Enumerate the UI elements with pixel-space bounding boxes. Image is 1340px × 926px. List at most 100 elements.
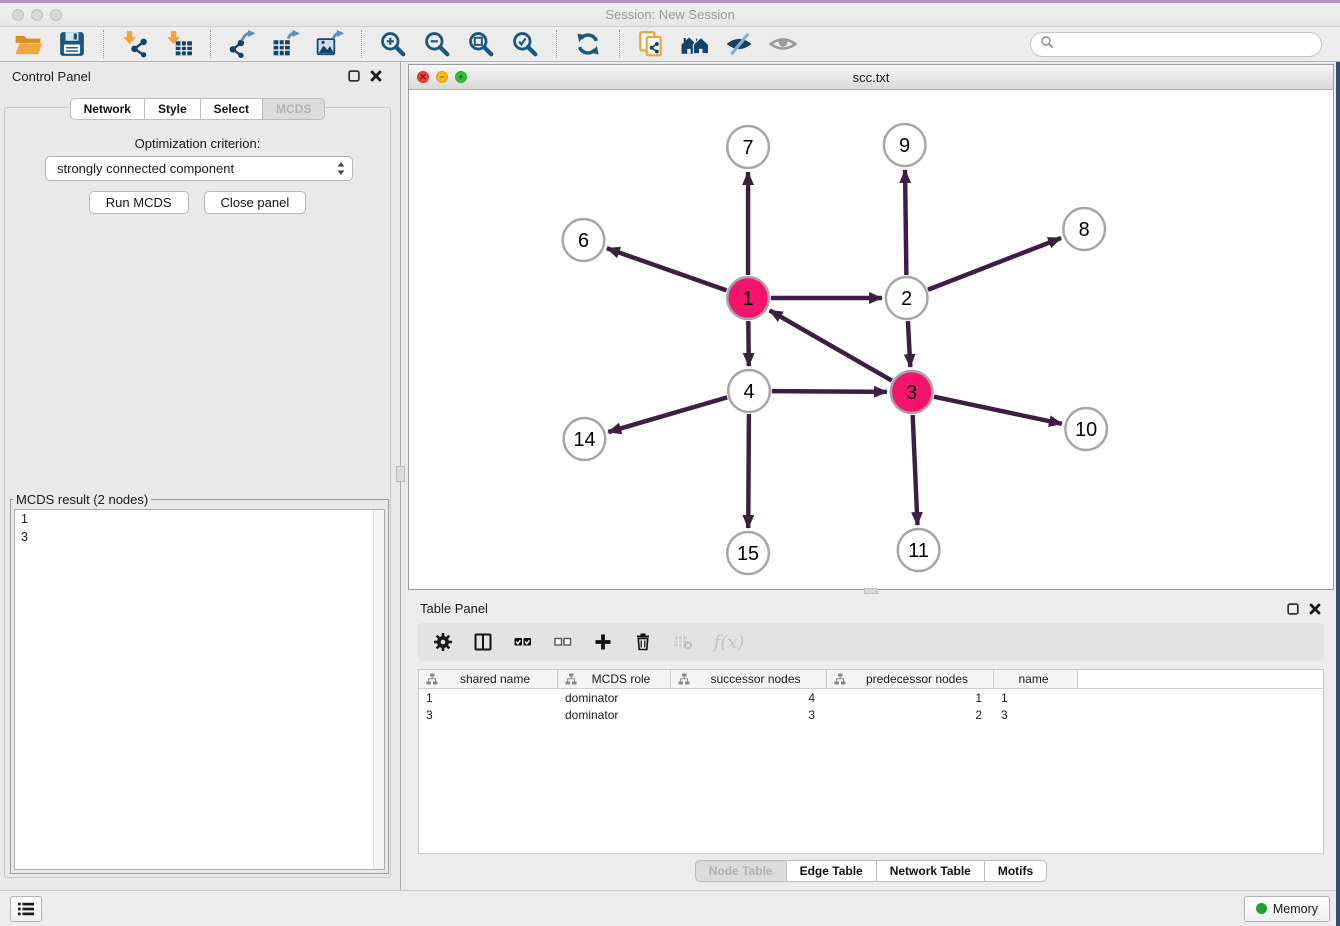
column-layout-icon[interactable]	[472, 631, 494, 653]
memory-label: Memory	[1273, 902, 1318, 916]
graph-node-10[interactable]: 10	[1065, 408, 1107, 450]
select-all-columns-icon[interactable]	[512, 631, 534, 653]
svg-text:4: 4	[744, 381, 755, 403]
list-view-icon	[16, 901, 36, 917]
float-panel-icon[interactable]	[347, 69, 361, 83]
graph-node-2[interactable]: 2	[886, 277, 928, 319]
table-cell: dominator	[558, 691, 671, 705]
network-minimize-button[interactable]: −	[436, 71, 448, 83]
graph-edge-3-1[interactable]	[770, 310, 892, 380]
graph-edge-3-11[interactable]	[913, 415, 918, 525]
import-network-icon[interactable]	[120, 29, 150, 59]
mcds-result-item[interactable]: 3	[15, 528, 384, 546]
close-panel-icon[interactable]	[1308, 602, 1322, 616]
graph-edge-4-14[interactable]	[608, 397, 727, 432]
criterion-select[interactable]: strongly connected component	[45, 156, 353, 181]
tab-node-table[interactable]: Node Table	[695, 860, 787, 882]
zoom-out-icon[interactable]	[422, 29, 452, 59]
memory-button[interactable]: Memory	[1244, 896, 1330, 922]
graph-edge-2-9[interactable]	[905, 170, 906, 275]
table-row[interactable]: 3dominator323	[419, 706, 1323, 723]
close-panel-button[interactable]: Close panel	[204, 191, 307, 214]
zoom-fit-icon[interactable]	[466, 29, 496, 59]
splitter-grip[interactable]	[396, 466, 405, 482]
column-header-name[interactable]: name	[994, 670, 1078, 688]
graph-edge-1-6[interactable]	[607, 248, 727, 290]
table-cell: 1	[994, 691, 1078, 705]
zoom-selected-icon[interactable]	[510, 29, 540, 59]
main-toolbar	[0, 27, 1340, 62]
result-scrollbar[interactable]	[373, 510, 384, 869]
tab-network[interactable]: Network	[70, 98, 145, 120]
graph-node-8[interactable]: 8	[1063, 208, 1105, 250]
table-cell: 3	[994, 708, 1078, 722]
horizontal-splitter-grip[interactable]	[864, 588, 878, 594]
task-history-button[interactable]	[10, 896, 42, 922]
search-input[interactable]	[1059, 37, 1312, 52]
memory-status-icon	[1256, 903, 1267, 914]
column-header-filler	[1078, 670, 1323, 688]
settings-gear-icon[interactable]	[432, 631, 454, 653]
table-row[interactable]: 1dominator411	[419, 689, 1323, 706]
float-panel-icon[interactable]	[1286, 602, 1300, 616]
first-neighbors-icon[interactable]	[680, 29, 710, 59]
tab-select[interactable]: Select	[200, 98, 263, 120]
tab-mcds[interactable]: MCDS	[262, 98, 325, 120]
graph-node-11[interactable]: 11	[898, 529, 940, 571]
refresh-icon[interactable]	[573, 29, 603, 59]
save-session-icon[interactable]	[57, 29, 87, 59]
unselect-all-columns-icon[interactable]	[552, 631, 574, 653]
export-image-icon[interactable]	[315, 29, 345, 59]
graph-edge-4-15[interactable]	[748, 414, 749, 528]
graph-node-4[interactable]: 4	[728, 370, 770, 412]
network-canvas[interactable]: 1 2 3 4 6 7 8 9 10 11 14 15	[409, 90, 1333, 589]
graph-node-7[interactable]: 7	[727, 126, 769, 168]
run-mcds-button[interactable]: Run MCDS	[89, 191, 189, 214]
toolbar-separator	[103, 30, 104, 58]
graph-node-6[interactable]: 6	[563, 219, 605, 261]
delete-column-icon[interactable]	[632, 631, 654, 653]
table-cell: 4	[671, 691, 827, 705]
graph-edge-4-3[interactable]	[772, 391, 887, 392]
graph-node-15[interactable]: 15	[727, 532, 769, 574]
graph-node-14[interactable]: 14	[564, 418, 606, 460]
select-chevrons-icon	[336, 160, 346, 177]
import-table-icon[interactable]	[164, 29, 194, 59]
export-table-icon[interactable]	[271, 29, 301, 59]
search-field[interactable]	[1030, 32, 1322, 57]
graph-edge-2-8[interactable]	[928, 238, 1061, 290]
add-column-icon[interactable]	[592, 631, 614, 653]
network-window-titlebar[interactable]: ✕ − + scc.txt	[409, 65, 1333, 90]
hide-selected-icon[interactable]	[724, 29, 754, 59]
close-panel-icon[interactable]	[369, 69, 383, 83]
open-session-icon[interactable]	[13, 29, 43, 59]
svg-text:7: 7	[743, 137, 754, 159]
graph-node-1[interactable]: 1	[727, 277, 769, 319]
control-panel: Control Panel NetworkStyleSelectMCDS Opt…	[0, 62, 395, 890]
tab-network-table[interactable]: Network Table	[876, 860, 985, 882]
column-header-shared-name[interactable]: shared name	[419, 670, 558, 688]
network-close-button[interactable]: ✕	[417, 71, 429, 83]
panel-splitter[interactable]	[395, 62, 408, 890]
graph-edge-3-10[interactable]	[934, 397, 1062, 424]
graph-node-3[interactable]: 3	[891, 371, 933, 413]
tab-edge-table[interactable]: Edge Table	[786, 860, 877, 882]
mcds-result-item[interactable]: 1	[15, 510, 384, 528]
column-header-predecessor-nodes[interactable]: predecessor nodes	[827, 670, 994, 688]
network-maximize-button[interactable]: +	[455, 71, 467, 83]
toolbar-separator	[619, 30, 620, 58]
export-network-icon[interactable]	[227, 29, 257, 59]
svg-text:10: 10	[1075, 419, 1097, 441]
mcds-result-legend: MCDS result (2 nodes)	[13, 492, 151, 507]
mcds-result-list[interactable]: 13	[14, 509, 385, 870]
column-header-successor-nodes[interactable]: successor nodes	[671, 670, 827, 688]
network-file-share-icon[interactable]	[636, 29, 666, 59]
column-header-MCDS-role[interactable]: MCDS role	[558, 670, 671, 688]
toolbar-separator	[210, 30, 211, 58]
zoom-in-icon[interactable]	[378, 29, 408, 59]
tab-motifs[interactable]: Motifs	[984, 860, 1047, 882]
table-cell: 2	[827, 708, 994, 722]
graph-edge-2-3[interactable]	[908, 321, 910, 367]
tab-style[interactable]: Style	[144, 98, 201, 120]
graph-node-9[interactable]: 9	[884, 124, 926, 166]
